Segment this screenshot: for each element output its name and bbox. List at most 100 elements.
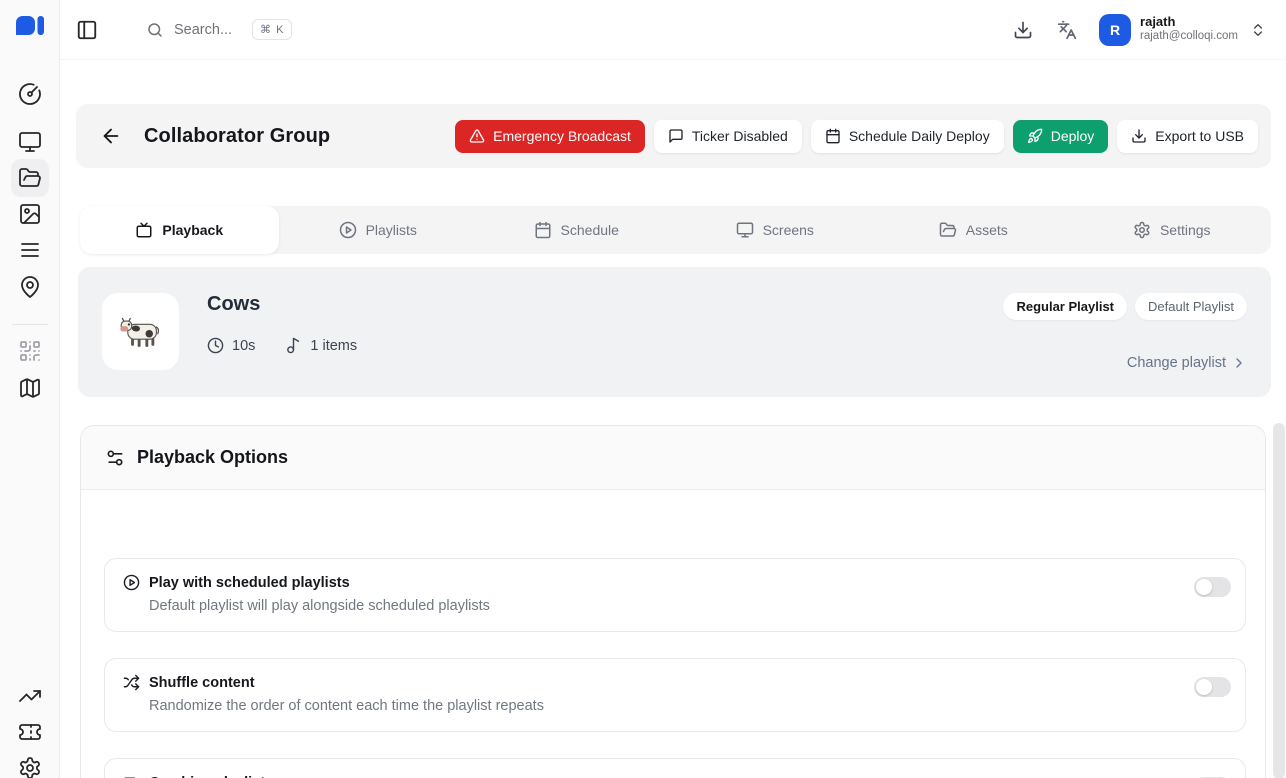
sidebar-item-licenses[interactable] — [18, 720, 42, 744]
search-shortcut-badge: ⌘ K — [252, 19, 292, 40]
playback-options-section: Playback Options Play with scheduled pla… — [80, 425, 1266, 778]
shuffle-icon — [123, 674, 140, 691]
folder-open-icon — [939, 221, 957, 239]
option-title: Shuffle content — [149, 675, 255, 691]
option-description: Default playlist will play alongside sch… — [149, 598, 1194, 614]
sidebar-item-screens[interactable] — [18, 130, 42, 154]
sidebar-item-locations[interactable] — [18, 275, 42, 299]
toggle-knob — [1196, 679, 1212, 695]
sidebar-item-dashboard[interactable] — [18, 82, 42, 106]
option-description: Randomize the order of content each time… — [149, 698, 1194, 714]
sidebar-item-media[interactable] — [18, 202, 42, 226]
tab-label: Assets — [966, 222, 1008, 238]
playlist-duration: 10s — [207, 337, 255, 354]
option-combine-playlists: Combine playlists — [104, 758, 1246, 778]
deploy-label: Deploy — [1051, 128, 1095, 144]
rocket-icon — [1027, 128, 1043, 144]
tab-label: Screens — [763, 222, 814, 238]
user-menu[interactable]: R rajath rajath@colloqi.com — [1099, 14, 1266, 46]
tab-screens[interactable]: Screens — [676, 206, 875, 254]
chevron-right-icon — [1231, 355, 1247, 371]
emergency-broadcast-label: Emergency Broadcast — [493, 128, 631, 144]
schedule-daily-deploy-button[interactable]: Schedule Daily Deploy — [811, 120, 1004, 153]
tab-assets[interactable]: Assets — [874, 206, 1073, 254]
tab-playlists[interactable]: Playlists — [279, 206, 478, 254]
combine-playlists-icon — [123, 774, 140, 778]
schedule-daily-deploy-label: Schedule Daily Deploy — [849, 128, 990, 144]
option-shuffle-content: Shuffle content Randomize the order of c… — [104, 658, 1246, 732]
tab-schedule[interactable]: Schedule — [477, 206, 676, 254]
sidebar-item-groups[interactable] — [18, 166, 42, 190]
alert-triangle-icon — [469, 128, 485, 144]
tab-bar: Playback Playlists Schedule Screens Asse… — [80, 206, 1271, 254]
clock-icon — [207, 337, 224, 354]
chevrons-up-down-icon — [1250, 22, 1266, 38]
emergency-broadcast-button[interactable]: Emergency Broadcast — [455, 120, 645, 153]
playlist-thumbnail — [102, 293, 179, 370]
tab-settings[interactable]: Settings — [1073, 206, 1272, 254]
sidebar-item-playlists[interactable] — [18, 238, 42, 262]
toggle-shuffle-content[interactable] — [1194, 677, 1231, 697]
search-input[interactable]: Search... ⌘ K — [146, 19, 292, 40]
ticker-disabled-button[interactable]: Ticker Disabled — [654, 120, 802, 153]
topbar-actions: R rajath rajath@colloqi.com — [989, 14, 1286, 46]
option-play-with-scheduled: Play with scheduled playlists Default pl… — [104, 558, 1246, 632]
main-content: Collaborator Group Emergency Broadcast T… — [60, 60, 1286, 778]
default-playlist-card: Cows 10s 1 items Regular Playlist Defaul… — [78, 267, 1271, 397]
sliders-icon — [105, 448, 125, 468]
tab-playback[interactable]: Playback — [80, 206, 279, 254]
circle-play-icon — [123, 574, 140, 591]
export-to-usb-label: Export to USB — [1155, 128, 1244, 144]
back-arrow-icon[interactable] — [100, 125, 122, 147]
toggle-play-with-scheduled[interactable] — [1194, 577, 1231, 597]
export-to-usb-button[interactable]: Export to USB — [1117, 120, 1258, 153]
user-name: rajath — [1140, 15, 1238, 30]
sidebar-toggle-icon[interactable] — [76, 19, 98, 41]
change-playlist-link[interactable]: Change playlist — [1127, 355, 1247, 371]
playlist-title: Cows — [207, 293, 357, 316]
tab-label: Settings — [1160, 222, 1211, 238]
ticker-disabled-label: Ticker Disabled — [692, 128, 788, 144]
deploy-button[interactable]: Deploy — [1013, 120, 1109, 153]
playback-options-title: Playback Options — [137, 447, 288, 468]
calendar-days-icon — [534, 221, 552, 239]
gear-icon — [1133, 221, 1151, 239]
language-icon[interactable] — [1057, 20, 1077, 40]
avatar: R — [1099, 14, 1131, 46]
message-square-icon — [668, 128, 684, 144]
sidebar — [0, 0, 60, 778]
regular-playlist-badge: Regular Playlist — [1003, 293, 1127, 320]
page-title: Collaborator Group — [144, 125, 330, 148]
header-actions: Emergency Broadcast Ticker Disabled Sche… — [455, 120, 1258, 153]
sidebar-item-qr-code[interactable] — [18, 339, 42, 363]
tab-label: Playback — [162, 222, 223, 238]
sidebar-item-analytics[interactable] — [18, 684, 42, 708]
search-placeholder: Search... — [174, 22, 232, 38]
monitor-icon — [736, 221, 754, 239]
sidebar-divider — [12, 324, 48, 325]
sidebar-item-map[interactable] — [18, 376, 42, 400]
option-title: Combine playlists — [149, 775, 273, 778]
option-title: Play with scheduled playlists — [149, 575, 350, 591]
cow-image — [119, 315, 163, 348]
scrollbar-thumb[interactable] — [1273, 423, 1285, 778]
download-icon[interactable] — [1013, 20, 1033, 40]
app-window: Search... ⌘ K R rajath rajath@colloqi.co… — [0, 0, 1286, 778]
playlist-item-count-value: 1 items — [310, 338, 357, 354]
circle-play-icon — [339, 221, 357, 239]
playback-options-header: Playback Options — [81, 426, 1265, 490]
tv-icon — [135, 221, 153, 239]
default-playlist-badge: Default Playlist — [1135, 293, 1247, 320]
page-header: Collaborator Group Emergency Broadcast T… — [76, 104, 1271, 168]
music-note-icon — [285, 337, 302, 354]
toggle-knob — [1196, 579, 1212, 595]
app-logo-icon[interactable] — [15, 15, 45, 45]
user-email: rajath@colloqi.com — [1140, 30, 1238, 43]
export-download-icon — [1131, 128, 1147, 144]
search-icon — [146, 21, 164, 39]
sidebar-item-settings[interactable] — [18, 756, 42, 778]
tab-label: Schedule — [561, 222, 619, 238]
topbar: Search... ⌘ K R rajath rajath@colloqi.co… — [60, 0, 1286, 60]
playlist-duration-value: 10s — [232, 338, 255, 354]
tab-label: Playlists — [366, 222, 417, 238]
